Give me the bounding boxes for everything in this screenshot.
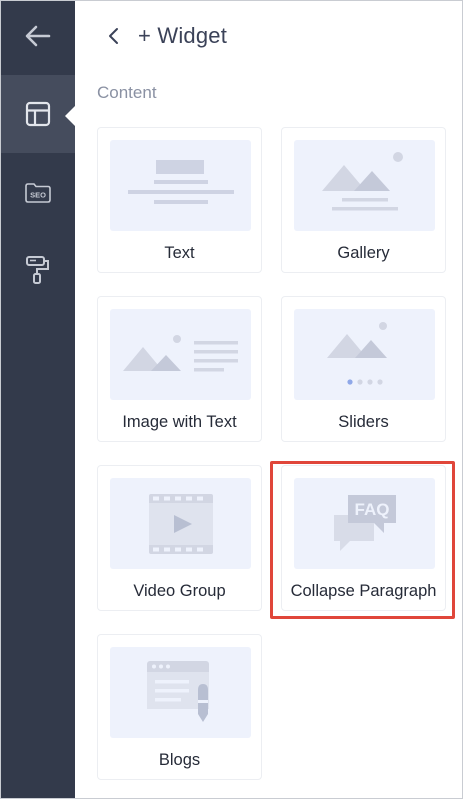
active-indicator: [65, 105, 76, 127]
selection-highlight: [270, 461, 455, 619]
sidebar: SEO: [1, 1, 76, 798]
text-lines-icon: [127, 159, 234, 204]
gallery-icon: [321, 151, 403, 210]
panel-title: + Widget: [138, 23, 228, 48]
widget-label: Blogs: [158, 751, 201, 769]
widget-label: Sliders: [338, 413, 389, 431]
widget-card-sliders[interactable]: Sliders: [281, 296, 446, 442]
back-chevron-button[interactable]: [102, 23, 124, 49]
text-thumbnail: [110, 140, 251, 231]
gallery-thumbnail: [294, 140, 435, 231]
sidebar-item-theme[interactable]: [1, 237, 75, 303]
sidebar-item-seo[interactable]: SEO: [1, 161, 75, 225]
seo-icon-text: SEO: [30, 191, 46, 200]
widget-label: Image with Text: [122, 413, 237, 431]
widget-panel: SEO + Widget Content Text Gallery Image …: [0, 0, 463, 799]
layout-icon: [25, 101, 51, 127]
widget-card-image-with-text[interactable]: Image with Text: [97, 296, 262, 442]
widget-card-video-group[interactable]: Video Group: [97, 465, 262, 611]
image-with-text-thumbnail: [110, 309, 251, 400]
sidebar-item-layout[interactable]: [1, 75, 75, 153]
widget-label: Gallery: [337, 244, 390, 262]
image-with-text-icon: [122, 334, 238, 371]
blog-icon: [146, 660, 209, 722]
chevron-left-icon: [109, 28, 118, 44]
seo-icon: SEO: [25, 183, 51, 203]
widget-label: Video Group: [133, 582, 226, 600]
widget-card-blogs[interactable]: Blogs: [97, 634, 262, 780]
video-group-thumbnail: [110, 478, 251, 569]
widget-card-text[interactable]: Text: [97, 127, 262, 273]
section-title: Content: [97, 83, 157, 102]
widget-label: Text: [164, 244, 195, 262]
blogs-thumbnail: [110, 647, 251, 738]
widget-card-gallery[interactable]: Gallery: [281, 127, 446, 273]
sidebar-back-button[interactable]: [1, 7, 75, 65]
sliders-thumbnail: [294, 309, 435, 400]
film-icon: [148, 493, 213, 554]
paint-roller-icon: [26, 256, 49, 284]
slider-icon: [326, 321, 387, 385]
arrow-left-icon: [25, 25, 51, 47]
